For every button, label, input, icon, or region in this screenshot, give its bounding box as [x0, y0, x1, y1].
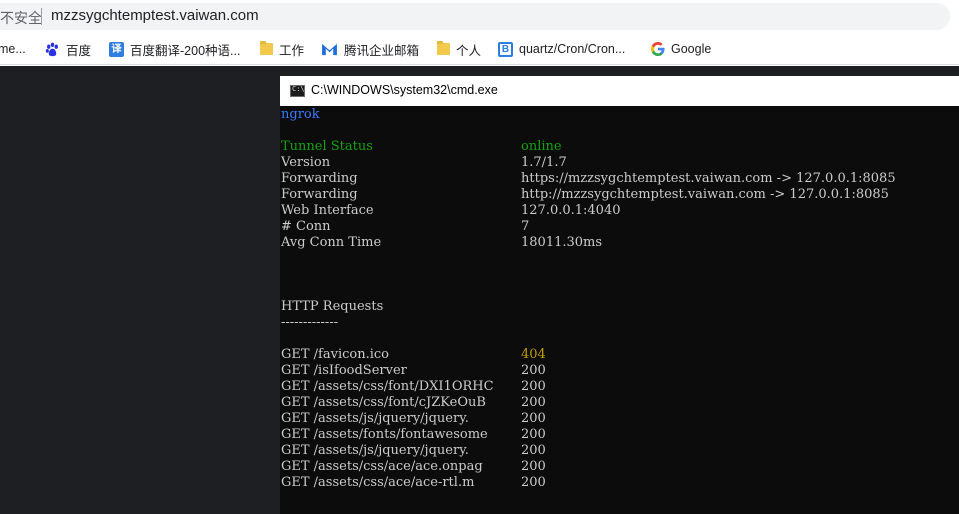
status-key: # Conn — [281, 219, 331, 234]
google-icon — [651, 42, 665, 56]
bookmark-partial[interactable]: me... — [0, 40, 26, 58]
bookmark-label: me... — [0, 42, 26, 56]
url-text[interactable]: mzzsygchtemptest.vaiwan.com — [51, 7, 259, 24]
request-line: GET /assets/css/font/DXI1ORHC — [281, 379, 494, 394]
status-key: Tunnel Status — [281, 139, 373, 154]
app-name: ngrok — [281, 107, 320, 122]
bookmark-b-icon: B — [498, 41, 513, 57]
status-key: Forwarding — [281, 187, 358, 202]
request-status: 200 — [521, 395, 546, 410]
not-secure-indicator[interactable]: 不安全 — [0, 8, 42, 28]
request-line: GET /assets/js/jquery/jquery. — [281, 443, 469, 458]
cmd-window[interactable]: C:\WINDOWS\system32\cmd.exe ngrok Tunnel… — [280, 76, 959, 514]
status-value: https://mzzsygchtemptest.vaiwan.com -> 1… — [521, 171, 896, 186]
window-title: C:\WINDOWS\system32\cmd.exe — [311, 83, 498, 97]
status-key: Version — [281, 155, 331, 170]
request-status: 200 — [521, 427, 546, 442]
request-line: GET /assets/js/jquery/jquery. — [281, 411, 469, 426]
status-value: 7 — [521, 219, 530, 234]
request-status: 200 — [521, 475, 546, 490]
tencent-mail-icon — [322, 43, 337, 55]
bookmark-label: 个人 — [456, 43, 482, 58]
request-line: GET /assets/fonts/fontawesome — [281, 427, 488, 442]
bookmarks-bar: me... 百度 译 百度翻译-200种语... 工作 腾讯企业邮箱 个人 B … — [0, 33, 959, 65]
bookmark-quartz-cron[interactable]: B quartz/Cron/Cron... — [498, 40, 625, 58]
bookmark-label: 百度翻译-200种语... — [130, 43, 241, 58]
bookmark-tencent-mail[interactable]: 腾讯企业邮箱 — [321, 40, 419, 58]
bookmark-label: quartz/Cron/Cron... — [519, 42, 626, 56]
bookmark-folder-personal[interactable]: 个人 — [437, 40, 481, 58]
status-key: Avg Conn Time — [281, 235, 382, 250]
status-value: 1.7/1.7 — [521, 155, 567, 170]
translate-icon: 译 — [109, 41, 124, 57]
bookmark-baidu[interactable]: 百度 — [45, 40, 91, 58]
request-status: 200 — [521, 363, 546, 378]
folder-icon — [260, 41, 273, 55]
baidu-paw-icon — [45, 42, 58, 56]
url-divider — [41, 8, 42, 25]
status-value: 127.0.0.1:4040 — [521, 203, 621, 218]
console-output[interactable]: ngrok Tunnel Status online Version 1.7/1… — [280, 106, 959, 514]
bookmark-folder-work[interactable]: 工作 — [260, 40, 304, 58]
bookmark-label: 百度 — [66, 43, 92, 58]
requests-rule: ------------- — [281, 315, 339, 330]
request-status: 200 — [521, 443, 546, 458]
bookmark-label: Google — [671, 42, 712, 56]
request-status: 200 — [521, 411, 546, 426]
request-status: 404 — [521, 347, 546, 362]
bookmark-baidu-translate[interactable]: 译 百度翻译-200种语... — [109, 40, 240, 58]
request-line: GET /isIfoodServer — [281, 363, 407, 378]
folder-icon — [437, 41, 450, 55]
status-value: http://mzzsygchtemptest.vaiwan.com -> 12… — [521, 187, 889, 202]
bookmark-label: 工作 — [279, 43, 305, 58]
bookmark-label: 腾讯企业邮箱 — [344, 43, 420, 58]
request-line: GET /assets/css/ace/ace-rtl.m — [281, 475, 475, 490]
request-line: GET /favicon.ico — [281, 347, 389, 362]
status-value: 18011.30ms — [521, 235, 603, 250]
request-status: 200 — [521, 379, 546, 394]
address-bar: 不安全 mzzsygchtemptest.vaiwan.com — [0, 0, 959, 33]
status-key: Web Interface — [281, 203, 374, 218]
request-line: GET /assets/css/ace/ace.onpag — [281, 459, 483, 474]
request-status: 200 — [521, 459, 546, 474]
request-line: GET /assets/css/font/cJZKeOuB — [281, 395, 486, 410]
cmd-app-icon — [290, 85, 305, 97]
bookmark-google[interactable]: Google — [651, 40, 711, 58]
cmd-titlebar[interactable]: C:\WINDOWS\system32\cmd.exe — [280, 76, 959, 106]
requests-heading: HTTP Requests — [281, 299, 384, 314]
status-key: Forwarding — [281, 171, 358, 186]
status-value: online — [521, 139, 562, 154]
